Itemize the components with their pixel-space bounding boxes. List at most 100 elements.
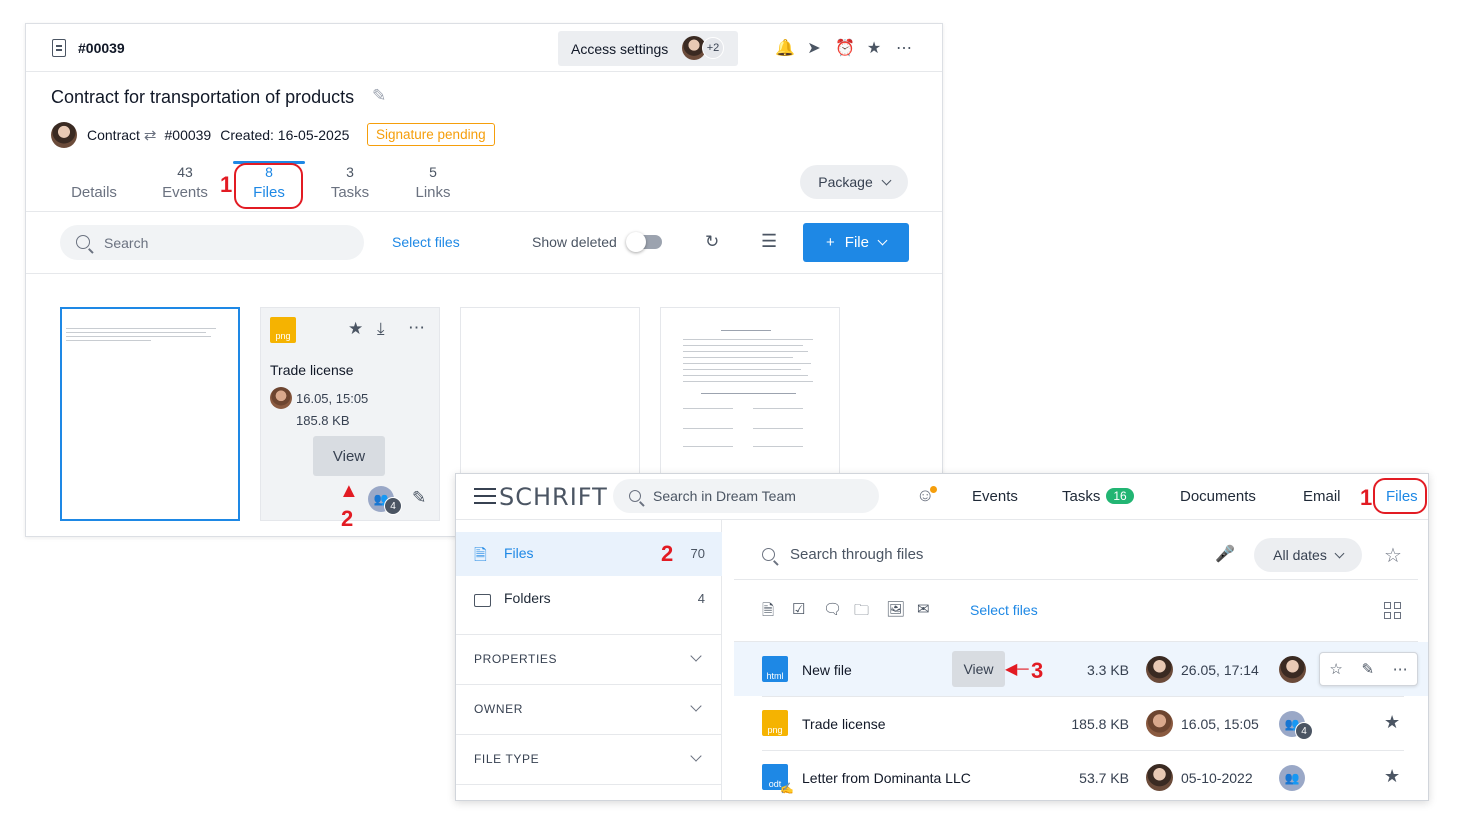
properties-section-label: PROPERTIES [474, 652, 558, 666]
type-filter-image-icon[interactable]: 🖼 [886, 600, 905, 618]
show-deleted-toggle[interactable] [626, 232, 662, 252]
list-view-icon[interactable]: ☰ [761, 231, 777, 252]
file-card-selected[interactable] [60, 307, 240, 521]
file-date: 05-10-2022 [1181, 770, 1253, 786]
tab-events-count: 43 [177, 164, 193, 180]
menu-icon[interactable] [474, 488, 496, 504]
divider [26, 273, 942, 274]
type-filter-task-icon[interactable]: ☑ [792, 600, 805, 618]
search-icon [76, 235, 90, 249]
files-search-input[interactable]: Search through files [790, 546, 923, 563]
add-file-label: File [844, 234, 869, 251]
type-filter-email-icon[interactable]: ✉ [917, 600, 930, 618]
star-icon[interactable]: ☆ [1329, 660, 1342, 678]
alarm-icon[interactable]: ⏰ [835, 40, 855, 58]
star-icon[interactable]: ★ [1384, 766, 1400, 787]
record-meta: Contract ⇄ #00039 Created: 16-05-2025 [51, 122, 349, 148]
record-number: #00039 [78, 40, 125, 56]
tab-details[interactable]: Details [54, 164, 134, 201]
nav-tasks-label: Tasks [1062, 488, 1101, 505]
search-icon [762, 548, 775, 561]
meta-number: #00039 [164, 127, 212, 143]
file-name[interactable]: Trade license [802, 716, 886, 732]
tab-tasks-label: Tasks [330, 184, 370, 201]
nav-events[interactable]: Events [972, 488, 1018, 505]
annotation-step-2-sidebar: 2 [661, 541, 674, 566]
annotation-highlight-files-nav [1373, 478, 1427, 514]
preview-line [683, 446, 733, 447]
file-size: 185.8 KB [1071, 716, 1129, 732]
shared-group-count: 4 [1295, 722, 1313, 740]
more-icon[interactable]: ⋯ [408, 318, 425, 338]
file-size: 3.3 KB [1086, 662, 1129, 678]
package-dropdown[interactable]: Package [800, 165, 908, 199]
type-filter-message-icon[interactable]: 🗨 [823, 600, 842, 618]
shared-group-avatar: 👥 [1279, 765, 1305, 791]
file-type-filter[interactable]: FILE TYPE [456, 735, 722, 784]
tab-events[interactable]: 43 Events [145, 164, 225, 201]
divider [456, 784, 722, 785]
preview-line [683, 428, 733, 429]
more-icon[interactable]: ⋯ [895, 40, 913, 58]
refresh-link-icon[interactable]: ↻ [705, 232, 719, 252]
edit-icon[interactable]: ✎ [1361, 660, 1374, 678]
file-name[interactable]: Letter from Dominanta LLC [802, 770, 971, 786]
shared-user-avatar [1279, 656, 1306, 683]
sidebar-item-folders[interactable]: Folders 4 [456, 588, 722, 624]
download-icon[interactable]: ⤓ [377, 319, 385, 339]
tab-details-label: Details [71, 184, 117, 201]
notification-dot [930, 486, 937, 493]
type-filter-folder-icon[interactable]: 🗀 [854, 600, 869, 625]
grid-view-icon[interactable] [1384, 602, 1402, 620]
select-files-link[interactable]: Select files [970, 602, 1038, 618]
preview-line [683, 381, 813, 382]
owner-section-label: OWNER [474, 702, 523, 716]
chevron-down-icon [1334, 548, 1345, 558]
files-module-panel: SCHRIFT Search in Dream Team ☺ Events Ta… [455, 473, 1429, 801]
sidebar-files-label: Files [504, 545, 534, 561]
tab-links[interactable]: 5 Links [393, 164, 473, 201]
type-filter-document-icon[interactable]: 🗎 [762, 600, 774, 625]
preview-line [683, 375, 808, 376]
tab-tasks-count: 3 [346, 164, 354, 180]
star-icon[interactable]: ★ [865, 40, 883, 58]
date-filter-dropdown[interactable]: All dates [1254, 538, 1362, 572]
star-icon[interactable]: ★ [1384, 712, 1400, 733]
files-search-input[interactable]: Search [60, 225, 364, 260]
tab-links-label: Links [415, 184, 451, 201]
sidebar-folders-label: Folders [504, 590, 551, 606]
properties-filter[interactable]: PROPERTIES [456, 635, 722, 684]
tab-tasks[interactable]: 3 Tasks [310, 164, 390, 201]
bell-icon[interactable]: 🔔 [775, 40, 795, 58]
access-settings-button[interactable]: Access settings +2 [558, 31, 738, 66]
team-search-input[interactable]: Search in Dream Team [613, 479, 879, 513]
nav-email[interactable]: Email [1303, 488, 1341, 505]
owner-avatar [1146, 710, 1173, 737]
microphone-icon[interactable]: 🎤 [1215, 544, 1235, 564]
favorites-star-icon[interactable]: ☆ [1384, 543, 1402, 568]
star-icon[interactable]: ★ [348, 319, 363, 339]
card-view-button[interactable]: View [313, 436, 385, 476]
send-icon[interactable]: ➤ [805, 40, 823, 58]
document-record-panel: #00039 Access settings +2 🔔 ➤ ⏰ ★ ⋯ Cont… [25, 23, 943, 537]
sidebar-item-files[interactable]: 🗎 Files 70 [456, 532, 722, 576]
preview-line [683, 369, 801, 370]
select-files-link[interactable]: Select files [392, 234, 460, 250]
row-view-button[interactable]: View [952, 651, 1005, 687]
nav-documents[interactable]: Documents [1180, 488, 1256, 505]
chevron-down-icon [881, 175, 892, 185]
tab-links-count: 5 [429, 164, 437, 180]
status-badge: Signature pending [367, 123, 495, 146]
file-name[interactable]: New file [802, 662, 852, 678]
nav-tasks[interactable]: Tasks 16 [1062, 488, 1134, 505]
add-file-button[interactable]: + File [803, 223, 909, 262]
more-icon[interactable]: ⋯ [1393, 660, 1408, 678]
signature-icon: ✍ [780, 783, 794, 795]
meta-created: Created: 16-05-2025 [220, 127, 350, 143]
edit-icon[interactable]: ✎ [412, 488, 426, 508]
edit-title-icon[interactable]: ✎ [372, 86, 386, 106]
files-sidebar: 🗎 Files 70 Folders 4 PROPERTIES OWNER FI… [456, 520, 722, 800]
package-label: Package [818, 174, 873, 190]
switch-icon[interactable]: ⇄ [144, 126, 157, 144]
owner-filter[interactable]: OWNER [456, 685, 722, 734]
